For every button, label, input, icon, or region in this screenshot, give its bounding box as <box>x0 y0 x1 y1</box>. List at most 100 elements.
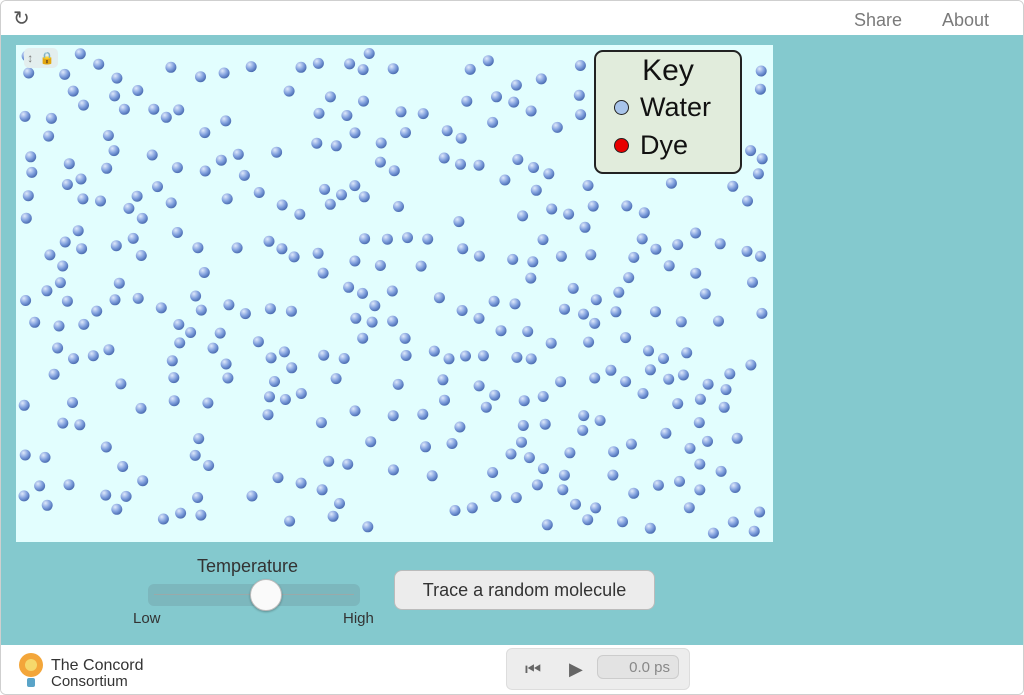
water-molecule <box>594 415 606 426</box>
water-molecule <box>61 179 73 190</box>
water-molecule <box>223 299 235 311</box>
water-molecule <box>660 427 672 439</box>
water-molecule <box>67 397 78 408</box>
water-molecule <box>525 353 537 365</box>
water-molecule <box>741 245 753 257</box>
water-molecule <box>222 372 234 384</box>
temperature-label: Temperature <box>197 556 299 576</box>
water-molecule <box>23 67 35 79</box>
water-molecule <box>19 449 31 461</box>
water-molecule <box>582 514 594 526</box>
key-item-dye: Dye <box>614 130 688 161</box>
water-molecule <box>426 470 438 482</box>
water-molecule <box>192 242 204 254</box>
water-molecule <box>132 85 144 96</box>
water-molecule <box>41 499 53 511</box>
water-molecule <box>587 200 599 212</box>
water-molecule <box>400 350 412 361</box>
water-molecule <box>457 243 469 255</box>
water-molecule <box>87 350 99 362</box>
water-molecule <box>279 394 291 405</box>
water-molecule <box>392 378 404 390</box>
water-molecule <box>438 152 450 164</box>
water-molecule <box>118 103 130 115</box>
thermometer-icon[interactable]: ↕ <box>27 51 33 65</box>
water-molecule <box>752 168 764 180</box>
water-molecule <box>637 388 649 399</box>
water-molecule <box>456 305 468 316</box>
water-molecule <box>271 146 283 158</box>
water-molecule <box>715 465 727 477</box>
water-molecule <box>620 332 632 344</box>
water-molecule <box>365 436 377 448</box>
water-molecule <box>729 482 741 493</box>
simulation-canvas[interactable]: ↕ 🔒 Key Water Dye <box>16 45 773 542</box>
lock-icon[interactable]: 🔒 <box>40 51 55 65</box>
water-molecule <box>537 391 549 402</box>
water-molecule <box>555 250 567 262</box>
water-molecule <box>579 221 591 233</box>
water-molecule <box>636 233 648 245</box>
about-link[interactable]: About <box>942 10 989 31</box>
share-link[interactable]: Share <box>854 10 902 31</box>
concord-logo[interactable]: The Concord Consortium <box>13 649 153 691</box>
water-molecule <box>628 251 640 263</box>
water-molecule <box>220 358 232 370</box>
water-molecule <box>185 327 197 338</box>
slider-low-label: Low <box>133 610 161 627</box>
water-molecule <box>477 350 489 362</box>
slider-thumb[interactable] <box>249 579 282 611</box>
water-molecule <box>63 158 75 170</box>
water-molecule <box>415 260 427 272</box>
water-molecule <box>18 399 30 411</box>
water-molecule <box>374 156 386 168</box>
model-area: ↕ 🔒 Key Water Dye Temperature Low High T… <box>1 35 1023 645</box>
water-molecule <box>100 441 112 453</box>
water-molecule <box>316 484 328 496</box>
water-molecule <box>675 316 687 328</box>
water-molecule <box>102 130 114 141</box>
water-molecule <box>650 306 661 318</box>
water-molecule <box>578 308 589 320</box>
water-molecule <box>284 515 296 527</box>
water-molecule <box>672 239 684 251</box>
water-molecule <box>203 460 215 471</box>
water-molecule <box>276 243 288 255</box>
water-molecule <box>123 202 135 214</box>
water-molecule <box>525 272 537 284</box>
key-legend: Key Water Dye <box>594 50 742 174</box>
temperature-slider[interactable] <box>148 579 360 611</box>
trace-molecule-button[interactable]: Trace a random molecule <box>394 570 655 610</box>
water-molecule <box>745 359 757 371</box>
reset-icon[interactable]: ⏮ <box>525 659 541 680</box>
water-molecule <box>312 57 324 69</box>
water-molecule <box>344 58 356 70</box>
reload-icon[interactable]: ↻ <box>13 9 33 29</box>
water-molecule <box>617 516 628 528</box>
water-molecule <box>52 342 64 354</box>
water-molecule <box>148 103 160 115</box>
play-icon[interactable]: ▶ <box>569 659 583 680</box>
playback-controls: ⏮ ▶ 0.0 ps <box>506 648 690 690</box>
water-molecule <box>443 353 455 365</box>
water-molecule <box>108 145 120 157</box>
water-molecule <box>195 304 207 316</box>
water-molecule <box>625 438 637 450</box>
water-molecule <box>272 472 284 484</box>
water-molecule <box>341 110 353 121</box>
water-molecule <box>324 91 336 103</box>
water-molecule <box>198 267 210 278</box>
water-molecule <box>505 448 517 460</box>
water-molecule <box>19 110 31 122</box>
water-molecule <box>530 184 542 196</box>
water-molecule <box>489 389 501 401</box>
water-molecule <box>663 260 675 272</box>
water-molecule <box>357 64 369 76</box>
water-molecule <box>517 420 529 431</box>
water-molecule <box>439 394 450 406</box>
bottom-bar: The Concord Consortium ⏮ ▶ 0.0 ps <box>1 645 1023 694</box>
water-molecule <box>110 240 122 252</box>
water-molecule <box>294 208 306 220</box>
water-molecule <box>53 320 65 332</box>
water-molecule <box>422 233 434 245</box>
